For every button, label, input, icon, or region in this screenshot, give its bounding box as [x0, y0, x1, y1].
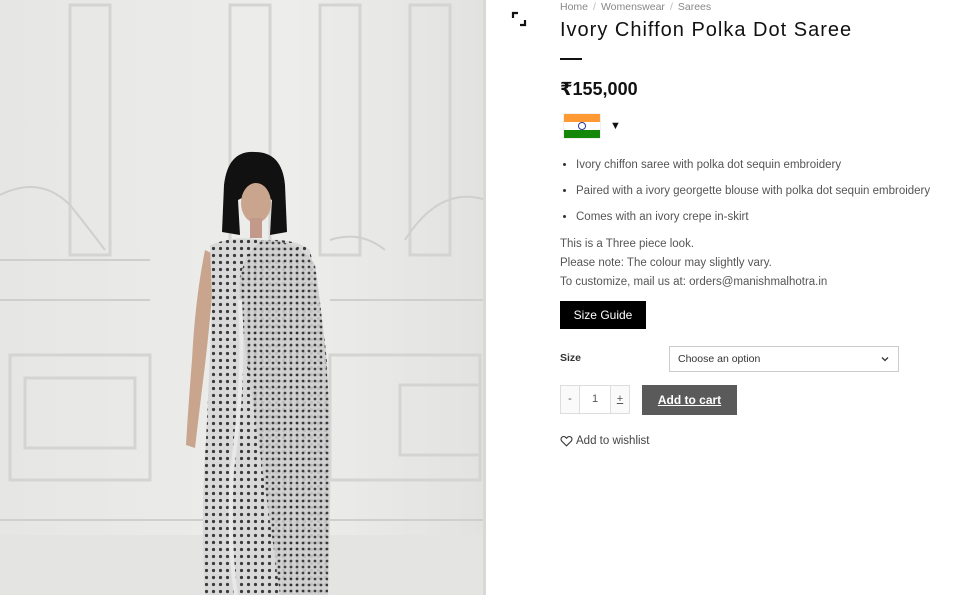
- add-to-cart-button[interactable]: Add to cart: [642, 385, 737, 415]
- add-to-wishlist-link[interactable]: Add to wishlist: [560, 435, 650, 447]
- breadcrumb-womenswear[interactable]: Womenswear: [601, 1, 665, 13]
- india-flag-icon: [564, 114, 600, 138]
- product-page: Home / Womenswear / Sarees Ivory Chiffon Pol…: [0, 0, 961, 595]
- quantity-minus-button[interactable]: -: [561, 386, 579, 413]
- size-label: Size: [560, 352, 582, 364]
- note-colour: Please note: The colour may slightly var…: [560, 257, 772, 269]
- product-price: ₹155,000: [560, 79, 638, 99]
- breadcrumb-home[interactable]: Home: [560, 1, 588, 13]
- dropdown-caret-icon: ▼: [610, 120, 621, 132]
- feature-item: Ivory chiffon saree with polka dot sequi…: [576, 157, 930, 183]
- product-image[interactable]: [0, 0, 486, 595]
- quantity-input[interactable]: 1: [579, 386, 611, 413]
- product-notes: This is a Three piece look. Please note:…: [560, 235, 827, 292]
- product-photo: [0, 0, 483, 595]
- size-select[interactable]: Choose an option: [669, 346, 899, 372]
- currency-switcher[interactable]: ▼: [564, 114, 621, 138]
- breadcrumb: Home / Womenswear / Sarees: [560, 1, 711, 13]
- note-customize: To customize, mail us at: orders@manishm…: [560, 276, 828, 288]
- product-features-list: Ivory chiffon saree with polka dot sequi…: [560, 157, 930, 235]
- feature-item: Comes with an ivory crepe in-skirt: [576, 209, 930, 235]
- heart-outline-icon: [560, 435, 573, 447]
- title-divider: [560, 58, 582, 60]
- quantity-stepper: - 1 +: [560, 385, 630, 414]
- breadcrumb-sarees[interactable]: Sarees: [678, 1, 711, 13]
- product-title: Ivory Chiffon Polka Dot Saree: [560, 19, 853, 41]
- expand-icon[interactable]: [509, 9, 529, 29]
- note-look: This is a Three piece look.: [560, 238, 695, 250]
- feature-item: Paired with a ivory georgette blouse wit…: [576, 183, 930, 209]
- breadcrumb-separator: /: [593, 1, 596, 13]
- size-select-value: Choose an option: [678, 353, 761, 365]
- breadcrumb-separator: /: [669, 1, 673, 13]
- chevron-down-icon: [881, 357, 889, 362]
- wishlist-label: Add to wishlist: [576, 435, 650, 447]
- quantity-plus-button[interactable]: +: [611, 386, 629, 413]
- size-guide-button[interactable]: Size Guide: [560, 301, 646, 329]
